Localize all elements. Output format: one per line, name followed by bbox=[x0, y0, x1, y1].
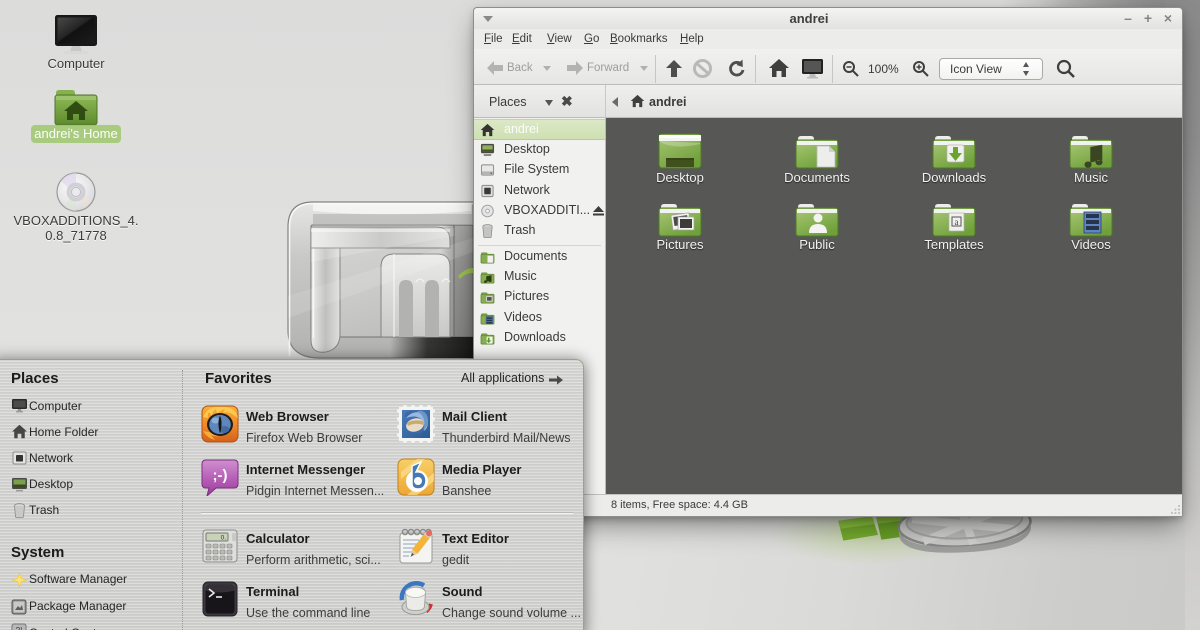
svg-text:a: a bbox=[955, 217, 959, 227]
svg-text:?!: ?! bbox=[16, 626, 23, 630]
svg-text:;-): ;-) bbox=[213, 467, 228, 484]
svg-text:0.: 0. bbox=[221, 535, 227, 542]
